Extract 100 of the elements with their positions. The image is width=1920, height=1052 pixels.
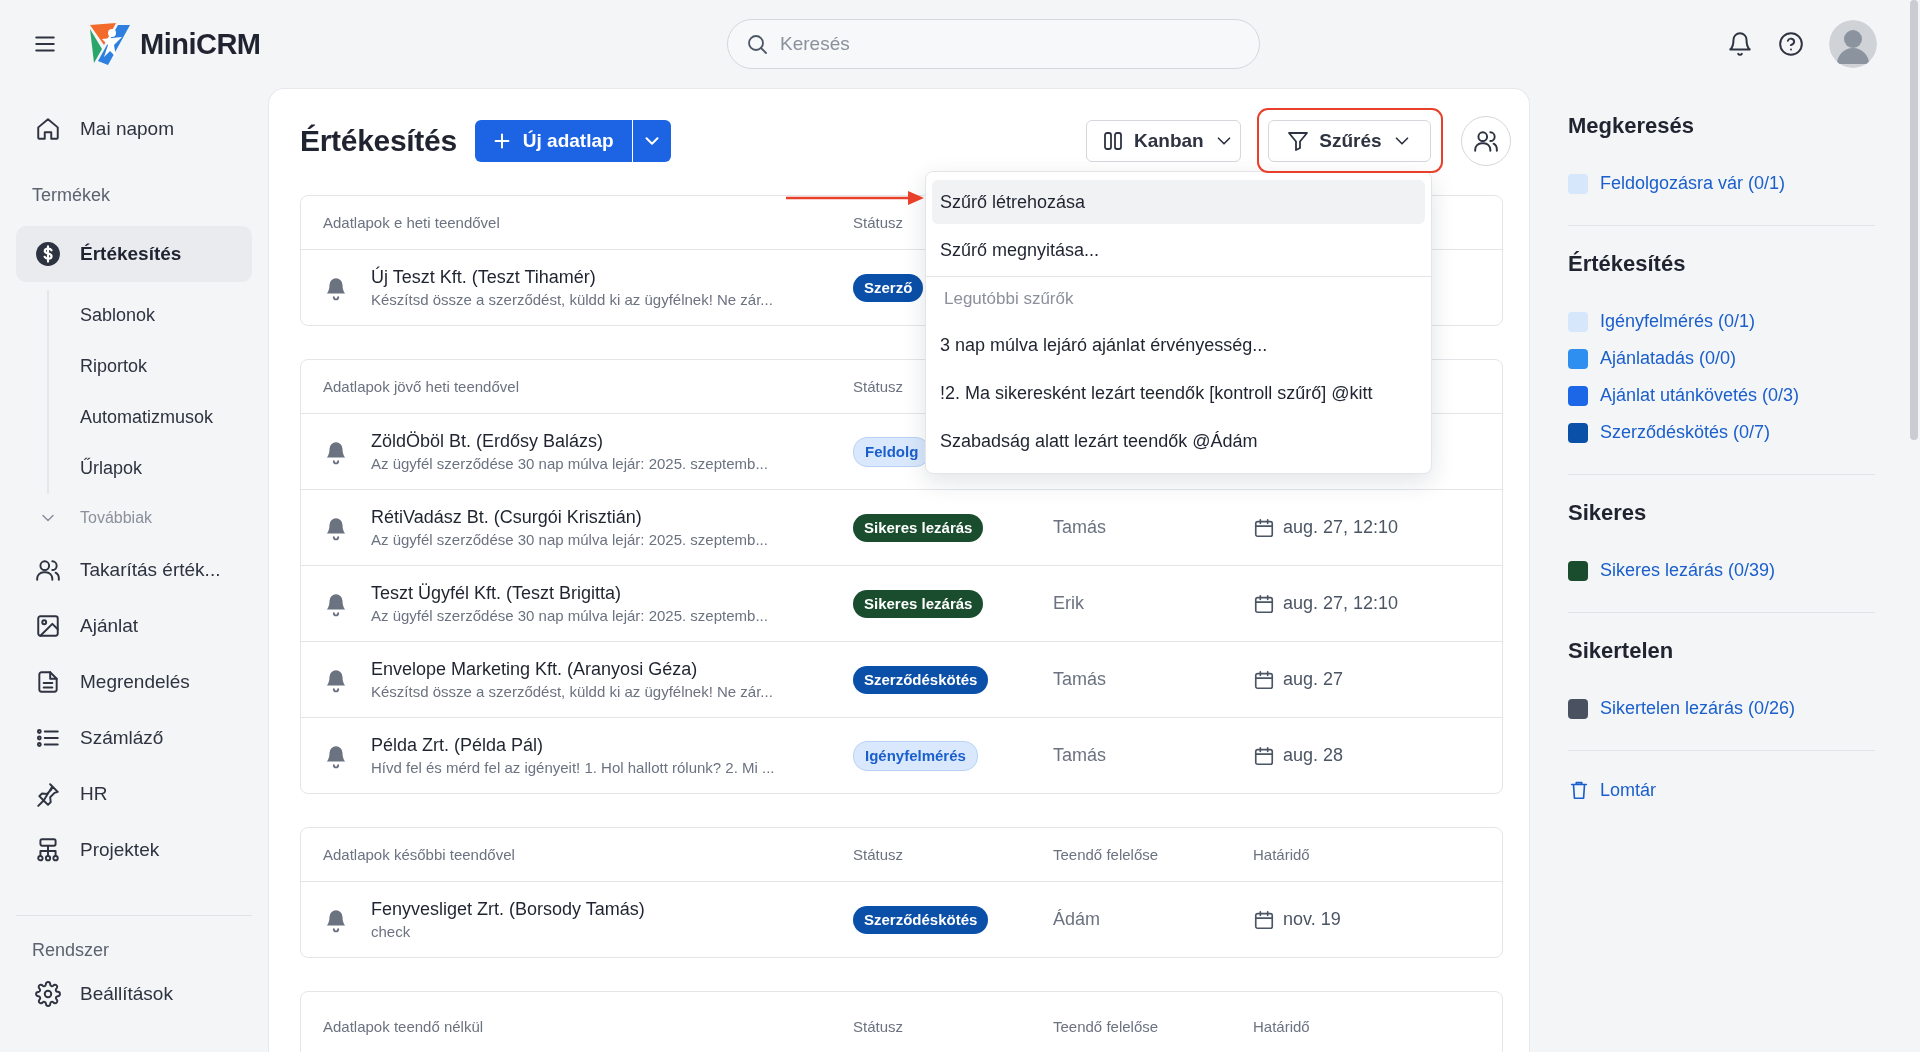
status-tag: Sikeres lezárás bbox=[853, 513, 984, 542]
assignee: Tamás bbox=[1053, 745, 1107, 766]
record-name[interactable]: RétiVadász Bt. (Csurgói Krisztián) bbox=[371, 507, 768, 528]
column-header: Státusz bbox=[853, 378, 904, 395]
task-note: Az ügyfél szerződése 30 nap múlva lejár: 2025. szeptemb... bbox=[371, 455, 768, 472]
stage-link[interactable]: Sikeres lezárás (0/39) bbox=[1600, 560, 1776, 581]
image-icon bbox=[35, 613, 61, 639]
column-header: Adatlapok e heti teendővel bbox=[323, 214, 500, 231]
view-button[interactable]: Kanban bbox=[1086, 120, 1241, 162]
task-note: Az ügyfél szerződése 30 nap múlva lejár: 2025. szeptemb... bbox=[371, 531, 768, 548]
sub-nav-item[interactable]: Riportok bbox=[80, 356, 148, 377]
stage-link[interactable]: Igényfelmérés (0/1) bbox=[1600, 311, 1756, 332]
column-header: Státusz bbox=[853, 1017, 904, 1035]
menu-item[interactable]: 3 nap múlva lejáró ajánlat érvényesség... bbox=[932, 323, 1425, 367]
nav-item[interactable]: Megrendelés bbox=[16, 654, 252, 710]
record-name[interactable]: Fenyvesliget Zrt. (Borsody Tamás) bbox=[371, 899, 645, 920]
help-icon bbox=[1778, 31, 1804, 57]
sitemap-icon bbox=[35, 837, 61, 863]
status-tag: Igényfelmérés bbox=[853, 740, 978, 771]
users-icon bbox=[35, 557, 61, 583]
search-field[interactable]: Keresés bbox=[727, 19, 1260, 69]
menu-heading: Legutóbbi szűrők bbox=[926, 276, 1431, 321]
calendar-icon bbox=[1253, 744, 1275, 767]
nav-item[interactable]: Beállítások bbox=[16, 966, 252, 1022]
task-note: Az ügyfél szerződése 30 nap múlva lejár: 2025. szeptemb... bbox=[371, 607, 768, 624]
nav-item[interactable]: Takarítás érték... bbox=[16, 542, 252, 598]
trash-link[interactable]: Lomtár bbox=[1568, 779, 1875, 801]
nav-item[interactable]: Ajánlat bbox=[16, 598, 252, 654]
section-title: Sikertelen bbox=[1568, 637, 1675, 665]
users-icon bbox=[1473, 128, 1499, 154]
section-label: Termékek bbox=[31, 184, 112, 207]
dropdown-button[interactable] bbox=[631, 120, 671, 162]
nav-item[interactable]: Projektek bbox=[16, 822, 252, 878]
sub-nav-item[interactable]: Sablonok bbox=[80, 305, 156, 326]
search-icon bbox=[745, 32, 769, 56]
task-note: Készítsd össze a szerződést, küldd ki az ügyfélnek! Ne zár... bbox=[371, 291, 773, 308]
home-icon bbox=[35, 116, 61, 142]
pin-icon bbox=[35, 781, 61, 807]
calendar-icon bbox=[1253, 516, 1275, 539]
stage-link[interactable]: Ajánlat utánkövetés (0/3) bbox=[1600, 385, 1800, 406]
column-header: Határidő bbox=[1253, 1017, 1310, 1035]
users-button[interactable] bbox=[1461, 116, 1511, 166]
column-header: Státusz bbox=[853, 846, 904, 863]
logo-text[interactable]: MiniCRM bbox=[140, 27, 261, 61]
assignee: Ádám bbox=[1053, 909, 1102, 930]
record-name[interactable]: Új Teszt Kft. (Teszt Tihamér) bbox=[371, 267, 773, 288]
menu-item[interactable]: Szabadság alatt lezárt teendők @Ádám bbox=[932, 419, 1425, 463]
assignee: Tamás bbox=[1053, 669, 1107, 690]
due-date: aug. 28 bbox=[1283, 745, 1344, 766]
due-date: aug. 27 bbox=[1283, 669, 1344, 690]
nav-item[interactable]: Számláző bbox=[16, 710, 252, 766]
column-header: Teendő felelőse bbox=[1053, 846, 1159, 863]
due-date: aug. 27, 12:10 bbox=[1283, 593, 1399, 614]
assignee: Tamás bbox=[1053, 517, 1107, 538]
section-title: Megkeresés bbox=[1568, 112, 1695, 140]
stage-link[interactable]: Ajánlatadás (0/0) bbox=[1600, 348, 1737, 369]
calendar-icon bbox=[1253, 908, 1275, 931]
status-tag: Szerződéskötés bbox=[853, 665, 989, 694]
trash-icon bbox=[1568, 779, 1590, 801]
nav-item[interactable]: Értékesítés bbox=[16, 226, 252, 282]
section-title: Értékesítés bbox=[1568, 250, 1687, 278]
menu-item[interactable]: Szűrő megnyitása... bbox=[932, 228, 1425, 272]
section-title: Sikeres bbox=[1568, 499, 1648, 527]
section-label: Rendszer bbox=[31, 939, 111, 962]
notifications-button[interactable] bbox=[1727, 31, 1753, 57]
column-header: Teendő felelőse bbox=[1053, 1017, 1159, 1035]
nav-item[interactable]: Mai napom bbox=[16, 101, 252, 157]
avatar[interactable] bbox=[1829, 20, 1877, 68]
stage-link[interactable]: Sikertelen lezárás (0/26) bbox=[1600, 698, 1796, 719]
record-name[interactable]: Példa Zrt. (Példa Pál) bbox=[371, 735, 775, 756]
record-name[interactable]: Teszt Ügyfél Kft. (Teszt Brigitta) bbox=[371, 583, 768, 604]
dollar-icon bbox=[35, 241, 61, 267]
task-note: Készítsd össze a szerződést, küldd ki az ügyfélnek! Ne zár... bbox=[371, 683, 773, 700]
column-header: Adatlapok későbbi teendővel bbox=[323, 846, 515, 863]
task-note: check bbox=[371, 923, 412, 940]
stage-link[interactable]: Feldolgozásra vár (0/1) bbox=[1600, 173, 1786, 194]
new-record-button[interactable]: Új adatlap bbox=[474, 120, 632, 162]
status-tag: Szerző bbox=[853, 273, 924, 302]
stage-link[interactable]: Szerződéskötés (0/7) bbox=[1600, 422, 1771, 443]
nav-item[interactable]: HR bbox=[16, 766, 252, 822]
record-name[interactable]: ZöldÖböl Bt. (Erdősy Balázs) bbox=[371, 431, 768, 452]
calendar-icon bbox=[1253, 592, 1275, 615]
filter-icon bbox=[1286, 129, 1311, 153]
page-title: Értékesítés bbox=[300, 124, 457, 158]
menu-item[interactable]: !2. Ma sikeresként lezárt teendők [kontroll szűrő] @kitt bbox=[932, 371, 1425, 415]
column-header: Határidő bbox=[1253, 846, 1310, 863]
assignee: Erik bbox=[1053, 593, 1085, 614]
bell-icon bbox=[1727, 31, 1753, 57]
sub-nav-item[interactable]: Automatizmusok bbox=[80, 407, 214, 428]
kanban-icon bbox=[1101, 129, 1125, 153]
column-header: Státusz bbox=[853, 214, 904, 231]
sub-nav-item[interactable]: Űrlapok bbox=[80, 458, 143, 479]
status-tag: Szerződéskötés bbox=[853, 905, 989, 934]
filter-button[interactable]: Szűrés bbox=[1268, 120, 1431, 162]
record-name[interactable]: Envelope Marketing Kft. (Aranyosi Géza) bbox=[371, 659, 773, 680]
settings-icon bbox=[35, 981, 61, 1007]
help-button[interactable] bbox=[1778, 31, 1804, 57]
menu-item[interactable]: Szűrő létrehozása bbox=[932, 180, 1425, 224]
scrollbar-thumb[interactable] bbox=[1910, 0, 1918, 440]
status-tag: Sikeres lezárás bbox=[853, 589, 984, 618]
